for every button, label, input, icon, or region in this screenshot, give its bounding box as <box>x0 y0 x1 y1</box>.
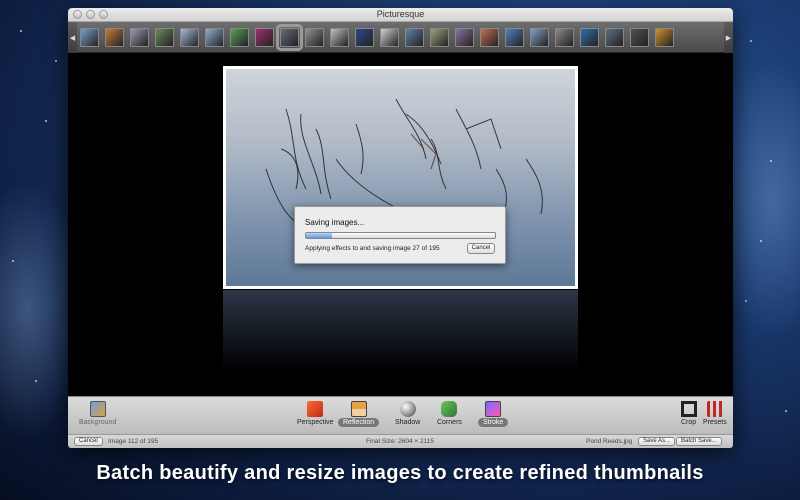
reflection-effect <box>223 290 578 380</box>
dialog-cancel-button[interactable]: Cancel <box>467 243 495 254</box>
image-counter: Image 112 of 195 <box>108 438 159 445</box>
thumbnail[interactable] <box>530 28 549 47</box>
background-icon <box>89 401 106 417</box>
thumbnail[interactable] <box>105 28 124 47</box>
window-title: Picturesque <box>376 9 425 19</box>
status-cancel-button[interactable]: Cancel <box>74 437 103 446</box>
thumbnail[interactable] <box>630 28 649 47</box>
filename: Pond Reeds.jpg <box>586 438 633 445</box>
presets-sliders-icon <box>706 401 723 417</box>
perspective-cube-icon <box>307 401 324 417</box>
title-bar: Picturesque <box>68 8 733 22</box>
filmstrip-prev-icon[interactable]: ◀ <box>68 22 77 53</box>
thumbnail[interactable] <box>355 28 374 47</box>
dialog-message: Applying effects to and saving image 27 … <box>305 245 440 252</box>
tool-shadow[interactable]: Shadow <box>390 401 425 426</box>
thumbnail[interactable] <box>555 28 574 47</box>
preview-canvas: Saving images... Applying effects to and… <box>68 54 733 404</box>
thumbnail[interactable] <box>255 28 274 47</box>
shadow-sphere-icon <box>399 401 416 417</box>
thumbnail-list <box>80 24 674 51</box>
marketing-caption: Batch beautify and resize images to crea… <box>96 462 704 484</box>
save-progress-bar <box>305 232 496 239</box>
thumbnail[interactable] <box>505 28 524 47</box>
reflection-icon <box>350 401 367 417</box>
tool-presets[interactable]: Presets <box>698 401 732 426</box>
thumbnail[interactable] <box>305 28 324 47</box>
batch-save-button[interactable]: Batch Save... <box>676 437 722 446</box>
thumbnail[interactable] <box>405 28 424 47</box>
thumbnail[interactable] <box>330 28 349 47</box>
tool-perspective[interactable]: Perspective <box>292 401 339 426</box>
thumbnail[interactable] <box>205 28 224 47</box>
tool-corners[interactable]: Corners <box>432 401 467 426</box>
tool-background[interactable]: Background <box>74 401 121 426</box>
filmstrip: ◀ ▶ <box>68 22 733 53</box>
thumbnail[interactable] <box>430 28 449 47</box>
final-size: Final Size: 2604 × 2115 <box>366 438 434 445</box>
thumbnail[interactable] <box>276 24 303 51</box>
thumbnail[interactable] <box>180 28 199 47</box>
tool-stroke[interactable]: Stroke <box>478 401 509 427</box>
save-as-button[interactable]: Save As... <box>638 437 676 446</box>
thumbnail[interactable] <box>380 28 399 47</box>
thumbnail[interactable] <box>605 28 624 47</box>
thumbnail[interactable] <box>230 28 249 47</box>
status-bar: Cancel Image 112 of 195 Final Size: 2604… <box>68 434 733 448</box>
progress-fill <box>306 233 333 238</box>
thumbnail[interactable] <box>655 28 674 47</box>
thumbnail[interactable] <box>130 28 149 47</box>
thumbnail[interactable] <box>580 28 599 47</box>
saving-dialog: Saving images... Applying effects to and… <box>294 206 506 264</box>
dialog-title: Saving images... <box>305 218 365 227</box>
tool-reflection[interactable]: Reflection <box>338 401 380 427</box>
thumbnail[interactable] <box>480 28 499 47</box>
thumbnail[interactable] <box>80 28 99 47</box>
filmstrip-next-icon[interactable]: ▶ <box>724 22 733 53</box>
stroke-brush-icon <box>485 401 502 417</box>
app-window: Picturesque ◀ ▶ Saving images... Applyin… <box>68 8 733 448</box>
thumbnail[interactable] <box>455 28 474 47</box>
effects-toolbar: Background Perspective Reflection Shadow… <box>68 396 733 434</box>
thumbnail[interactable] <box>155 28 174 47</box>
crop-icon <box>680 401 697 417</box>
corners-icon <box>441 401 458 417</box>
